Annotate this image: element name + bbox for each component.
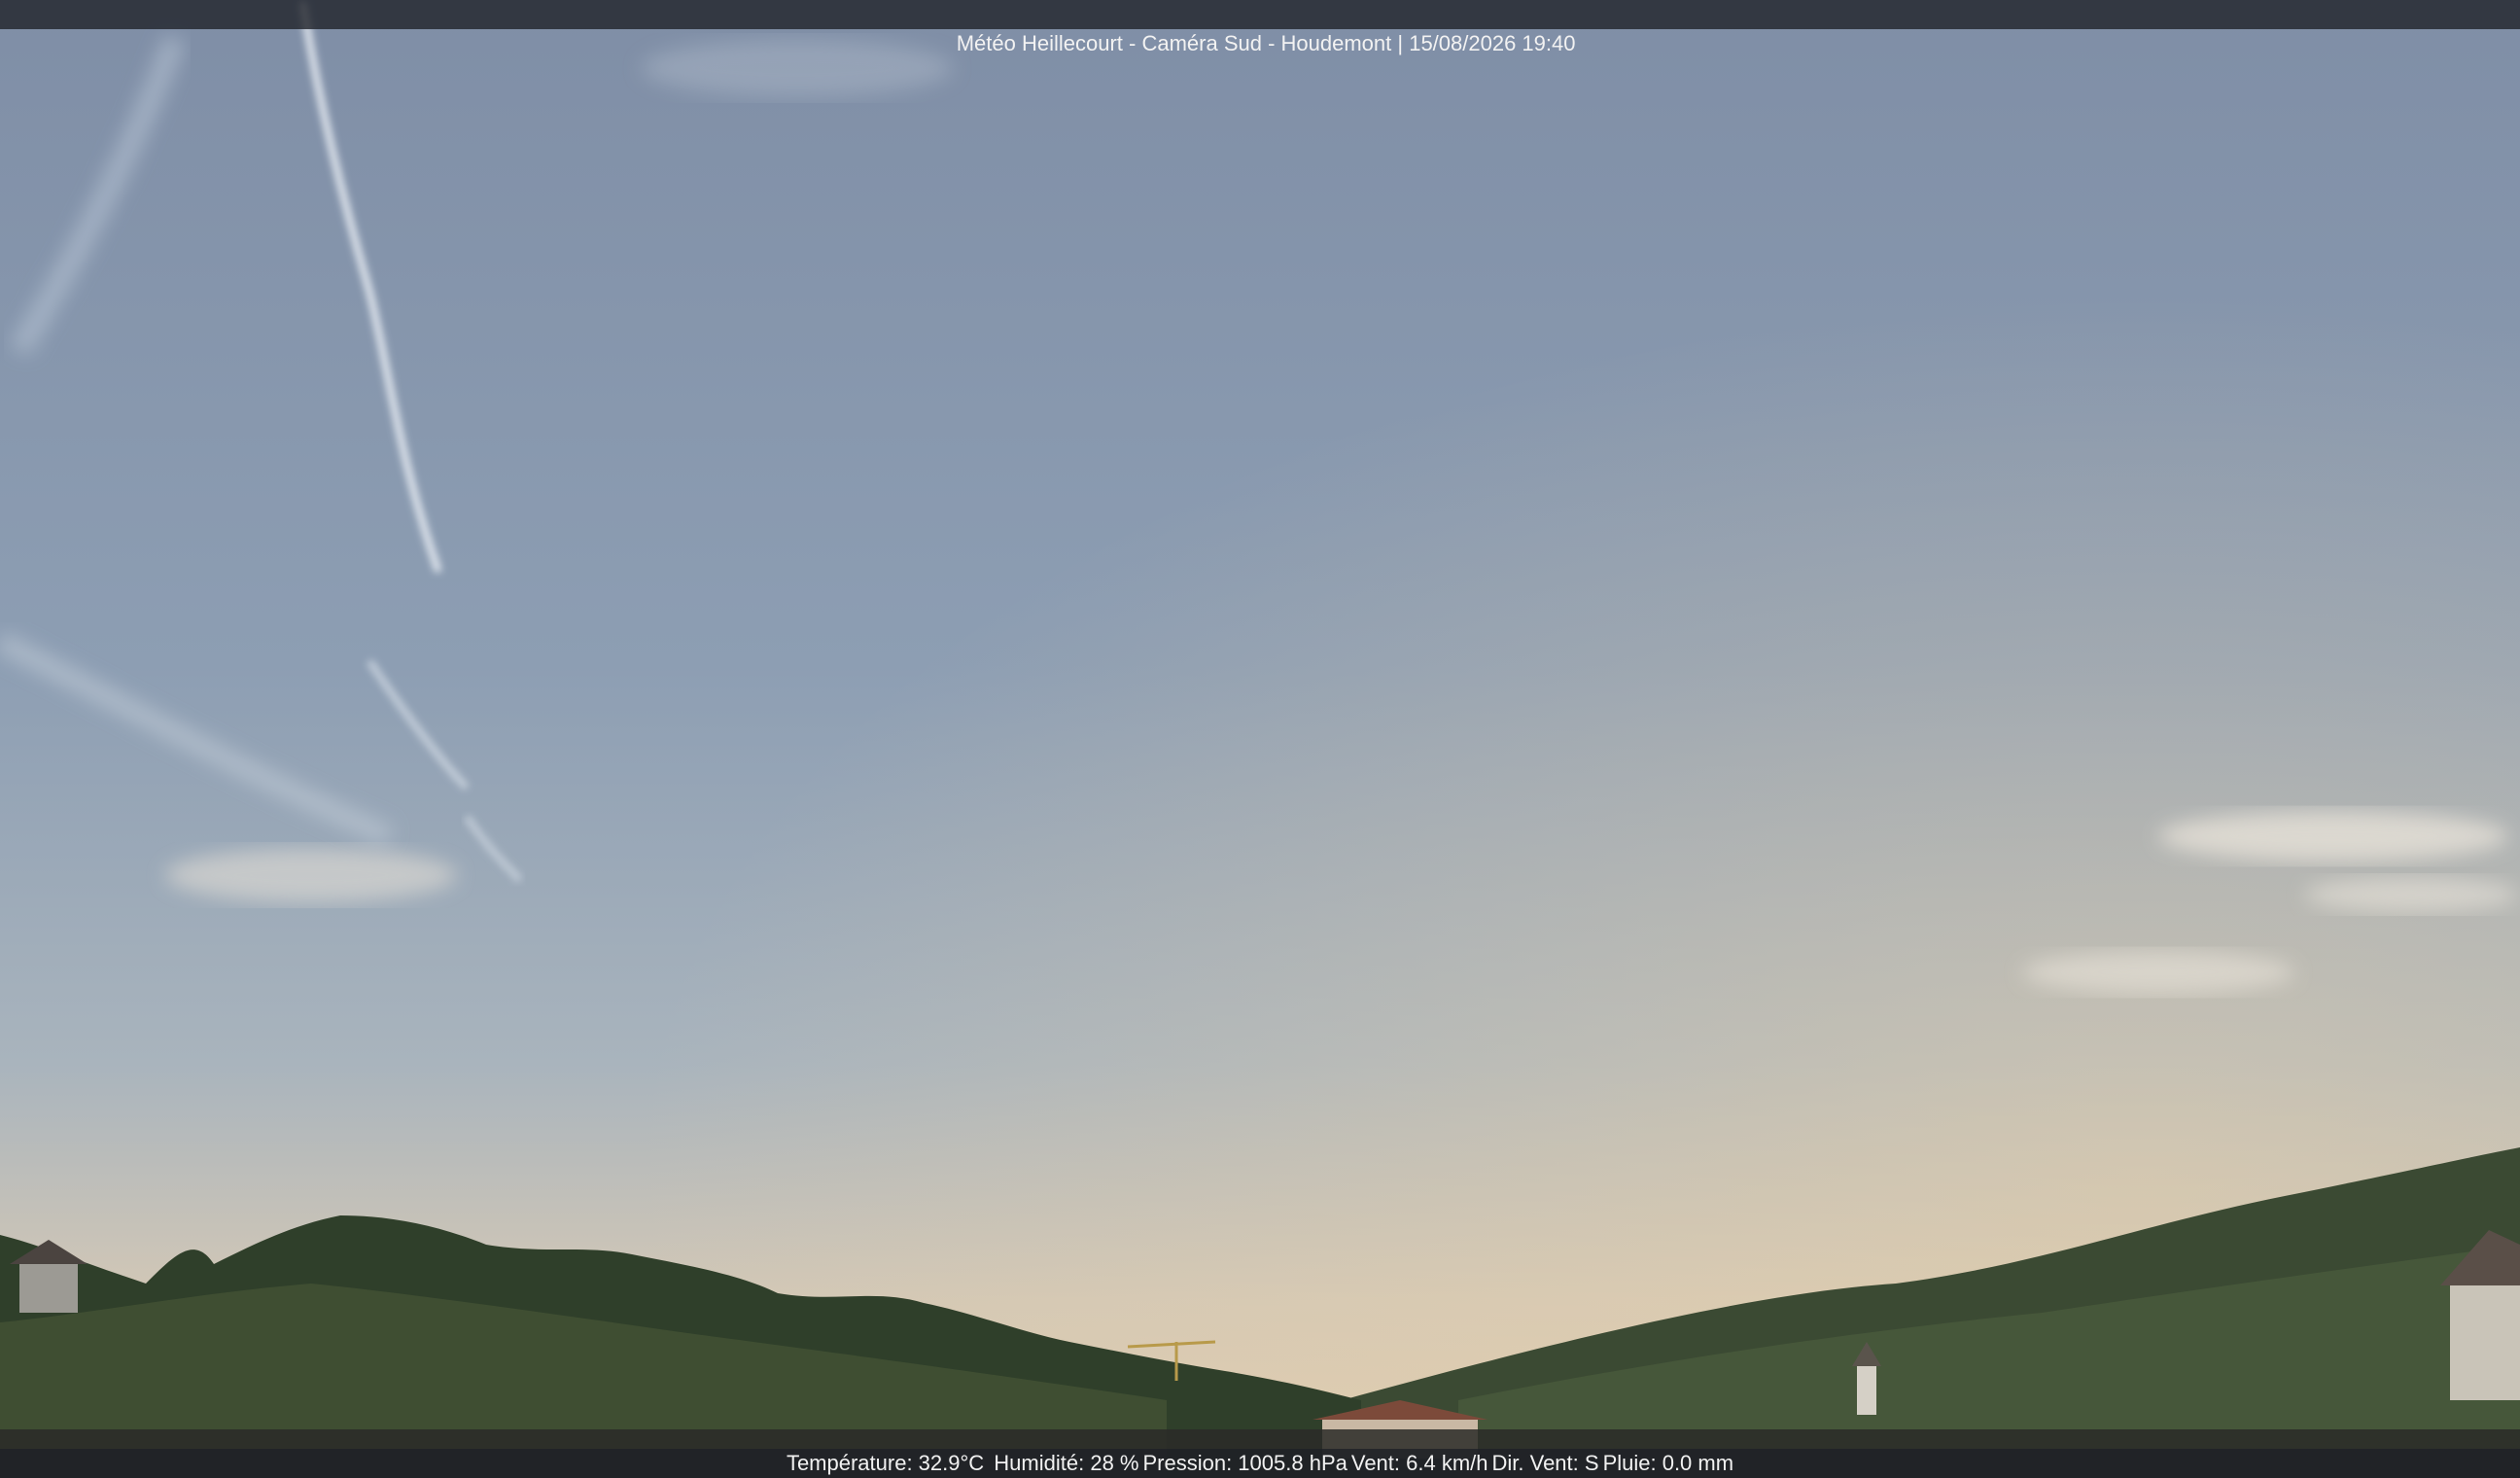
cloud-left: [165, 848, 457, 902]
camera-title-bar: Météo Heillecourt - Caméra Sud - Houdemo…: [0, 0, 2520, 55]
cloud-right-2: [2022, 951, 2294, 994]
weather-info-bar: Température: 32.9°C Humidité: 28 % Pressi…: [0, 1449, 2520, 1478]
wind-speed-reading: Vent: 6.4 km/h: [1350, 1451, 1488, 1475]
rain-reading: Pluie: 0.0 mm: [1602, 1451, 1734, 1475]
pressure-reading: Pression: 1005.8 hPa: [1142, 1451, 1348, 1475]
house-right: [2450, 1284, 2520, 1400]
temperature-reading: Température: 32.9°C: [786, 1451, 985, 1475]
cloud-top: [642, 39, 953, 97]
cloud-right-1: [2158, 811, 2508, 862]
wind-direction-reading: Dir. Vent: S: [1491, 1451, 1599, 1475]
humidity-reading: Humidité: 28 %: [994, 1451, 1139, 1475]
camera-title: Météo Heillecourt - Caméra Sud - Houdemo…: [956, 31, 1576, 55]
church-tower: [1857, 1366, 1876, 1415]
cloud-right-3: [2304, 877, 2518, 912]
house-left: [19, 1264, 78, 1313]
webcam-image: [0, 0, 2520, 1478]
